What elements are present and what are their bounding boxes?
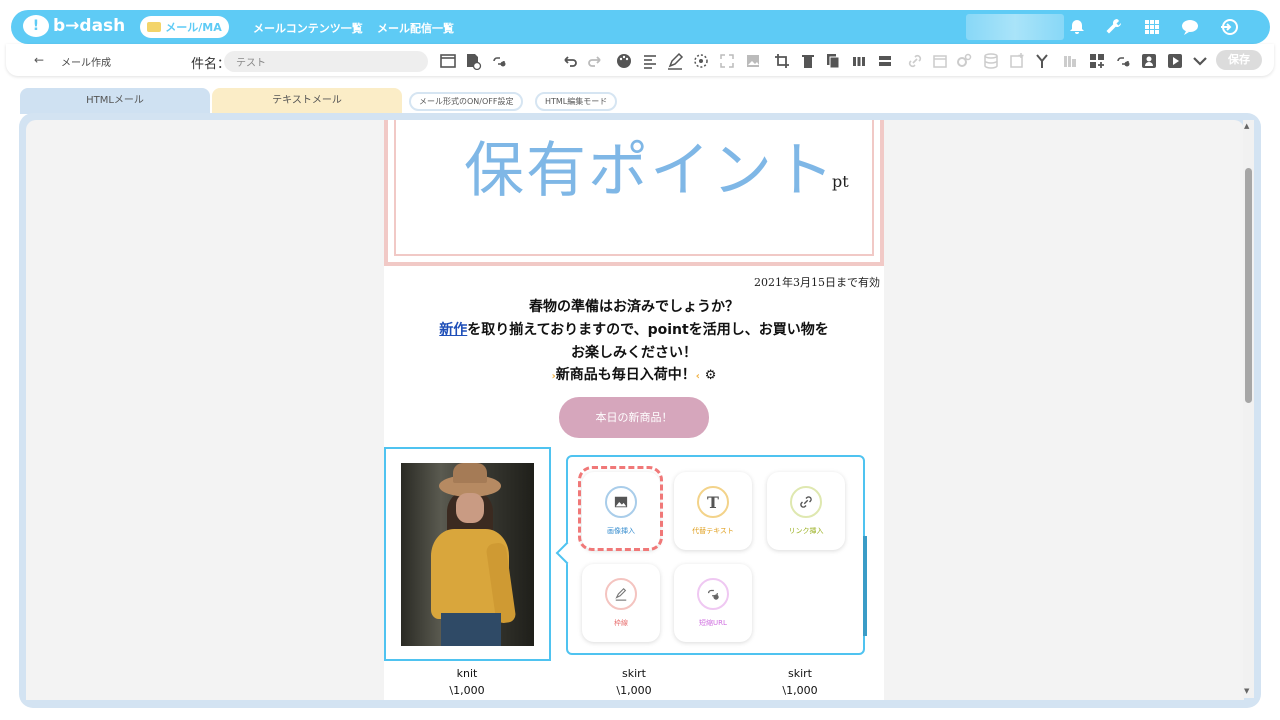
highlight-dashed-outline [578, 466, 663, 551]
gear-icon[interactable]: ⚙ [705, 368, 717, 383]
next-image-edge [863, 536, 867, 636]
add-block-icon[interactable] [1088, 52, 1106, 70]
alt-text-button[interactable]: T 代替テキスト [674, 472, 752, 550]
html-edit-mode-button[interactable]: HTML編集モード [535, 92, 618, 111]
mode-label: メール/MA [165, 21, 222, 34]
redo-icon[interactable] [586, 52, 604, 70]
points-banner[interactable]: 保有ポイント pt [384, 120, 884, 266]
preview-window-icon[interactable] [439, 52, 457, 70]
back-arrow-icon[interactable]: ← [34, 53, 44, 67]
undo-icon[interactable] [561, 52, 579, 70]
border-label: 枠線 [614, 619, 628, 627]
mode-switch-button[interactable]: メール/MA [140, 16, 229, 38]
scroll-up-arrow-icon[interactable]: ▲ [1244, 122, 1249, 130]
bell-icon[interactable] [1067, 17, 1087, 37]
schedule-file-icon[interactable] [464, 52, 482, 71]
calendar-icon[interactable] [931, 52, 949, 70]
play-video-icon[interactable] [1166, 52, 1184, 70]
chevron-down-icon[interactable] [1191, 52, 1209, 70]
nav-mail-content-list[interactable]: メールコンテンツ一覧 [253, 20, 363, 36]
new-items-link[interactable]: 新作 [439, 322, 467, 338]
logout-icon[interactable] [1219, 17, 1239, 37]
valid-until-text: 2021年3月15日まで有効 [754, 276, 880, 289]
nav-mail-delivery-list[interactable]: メール配信一覧 [377, 20, 454, 36]
back-label: メール作成 [61, 58, 111, 69]
save-button[interactable]: 保存 [1216, 50, 1262, 70]
contact-card-icon[interactable] [1140, 52, 1158, 70]
selection-marker-right-icon: ‹ [695, 371, 700, 382]
product-price-2: \1,000 [616, 684, 652, 697]
alt-text-label: 代替テキスト [692, 527, 734, 535]
points-unit: pt [832, 172, 849, 191]
target-select-icon[interactable] [692, 52, 710, 70]
selected-image-block[interactable] [384, 447, 551, 661]
product-price-1: \1,000 [449, 684, 485, 697]
crop-icon[interactable] [773, 52, 791, 70]
top-nav-bar: ! b→dash メール/MA メールコンテンツ一覧 メール配信一覧 [11, 10, 1270, 44]
tab-html-mail[interactable]: HTMLメール [20, 88, 210, 114]
scroll-down-arrow-icon[interactable]: ▼ [1244, 687, 1249, 695]
mail-format-toggle-button[interactable]: メール形式のON/OFF設定 [409, 92, 524, 111]
branch-icon[interactable] [1033, 52, 1051, 70]
text-align-icon[interactable] [641, 52, 659, 70]
mail-line-2[interactable]: 新作を取り揃えておりますので、pointを活用し、お買い物を [384, 319, 884, 339]
cta-new-products-button[interactable]: 本日の新商品！ [559, 397, 709, 438]
scrollbar-thumb[interactable] [1245, 168, 1252, 403]
note-add-icon[interactable] [1008, 52, 1026, 70]
mail-line-3[interactable]: お楽しみください！ [384, 342, 884, 362]
app-root: ! b→dash メール/MA メールコンテンツ一覧 メール配信一覧 ← メール… [0, 0, 1280, 720]
pen-icon[interactable] [666, 52, 684, 70]
logo[interactable]: ! b→dash [23, 15, 125, 37]
fullscreen-icon[interactable] [718, 52, 736, 70]
short-url-button[interactable]: 短縮URL [674, 564, 752, 642]
tab-text-mail[interactable]: テキストメール [212, 88, 402, 114]
link-badge-icon[interactable] [1114, 52, 1132, 70]
wrench-icon[interactable] [1104, 17, 1124, 37]
help-chat-icon[interactable] [1180, 17, 1200, 37]
mail-line-1[interactable]: 春物の準備はお済みでしょうか？ [384, 296, 884, 316]
logo-bubble-icon: ! [23, 15, 49, 37]
mail-preview: 保有ポイント pt 2021年3月15日まで有効 春物の準備はお済みでしょうか？… [384, 120, 884, 700]
rows-icon[interactable] [876, 52, 894, 70]
product-price-3: \1,000 [782, 684, 818, 697]
trash-icon[interactable] [799, 52, 817, 70]
product-name-1: knit [456, 667, 478, 680]
subject-input[interactable] [224, 51, 428, 72]
columns-icon[interactable] [850, 52, 868, 70]
insert-link-button[interactable]: リンク挿入 [767, 472, 845, 550]
pen-icon [605, 578, 637, 610]
mail-line-4[interactable]: ›新商品も毎日入荷中！‹ ⚙ [384, 364, 884, 384]
editor-toolbar: ← メール作成 件名： [6, 44, 1274, 76]
product-name-3: skirt [788, 667, 812, 680]
mail-line-4-text: 新商品も毎日入荷中！ [555, 367, 696, 383]
user-account-info[interactable] [966, 14, 1064, 40]
envelope-icon [147, 22, 162, 32]
ab-test-icon[interactable] [1061, 52, 1079, 70]
link-icon [790, 486, 822, 518]
gears-icon[interactable] [955, 52, 973, 70]
copy-icon[interactable] [824, 52, 842, 70]
grid-apps-icon[interactable] [1142, 17, 1162, 37]
link-cancel-icon [697, 578, 729, 610]
logo-text: b→dash [53, 16, 126, 36]
link-settings-icon[interactable] [490, 52, 508, 70]
database-icon[interactable] [982, 52, 1000, 70]
product-name-2: skirt [622, 667, 646, 680]
points-title: 保有ポイント [464, 136, 836, 206]
image-icon[interactable] [744, 52, 762, 70]
border-button[interactable]: 枠線 [582, 564, 660, 642]
short-url-label: 短縮URL [699, 619, 727, 627]
insert-link-label: リンク挿入 [788, 527, 824, 535]
mail-line-2-text: を取り揃えておりますので、pointを活用し、お買い物を [467, 322, 829, 338]
palette-icon[interactable] [615, 52, 633, 70]
link-icon[interactable] [906, 52, 924, 70]
text-t-icon: T [697, 486, 729, 518]
product-photo-knit[interactable] [401, 463, 534, 646]
